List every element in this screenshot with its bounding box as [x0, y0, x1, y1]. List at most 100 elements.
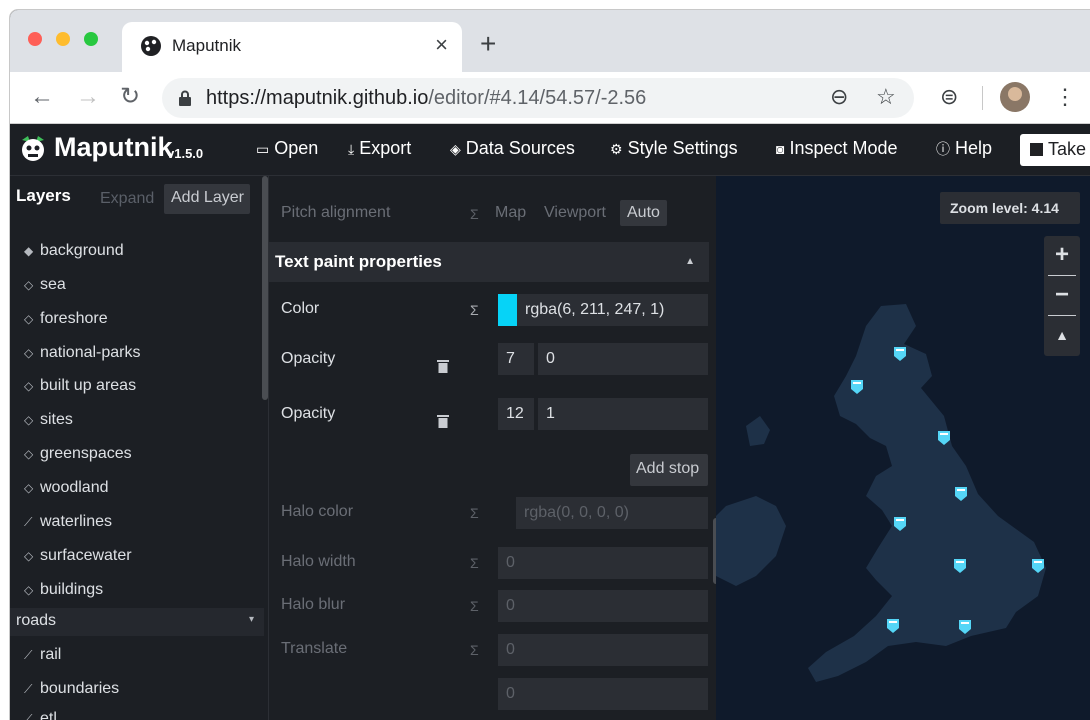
layer-item-sea[interactable]: ◇ sea — [24, 276, 66, 294]
map-view[interactable]: Zoom level: 4.14 + − ▲ — [716, 176, 1090, 720]
fill-layer-icon: ◇ — [24, 379, 34, 393]
back-button[interactable]: ← — [30, 82, 54, 112]
help-button[interactable]: ⓘ Help — [936, 138, 992, 159]
url-path: /editor/#4.14/54.57/-2.56 — [428, 87, 647, 109]
tab-close-icon[interactable]: × — [435, 32, 448, 58]
chevron-up-icon: ▲ — [685, 256, 695, 267]
opacity-stop-zoom-input[interactable]: 7 — [498, 343, 534, 375]
function-sigma-icon[interactable]: Σ — [470, 555, 479, 571]
map-marker-icon[interactable] — [1031, 558, 1045, 574]
help-icon: ⓘ — [936, 141, 950, 157]
layer-item-foreshore[interactable]: ◇ foreshore — [24, 310, 108, 328]
layer-item-rail[interactable]: ⟋ rail — [24, 646, 61, 664]
opacity-stop-value-input[interactable]: 1 — [538, 398, 708, 430]
sync-icon[interactable]: ⊜ — [940, 84, 958, 110]
layer-item-buildings[interactable]: ◇ buildings — [24, 581, 103, 599]
layer-group-roads[interactable]: roads ▾ — [10, 608, 264, 636]
zoom-in-button[interactable]: + — [1044, 236, 1080, 274]
line-layer-icon: ⟋ — [24, 712, 33, 720]
layer-label: background — [40, 242, 124, 259]
function-sigma-icon[interactable]: Σ — [470, 642, 479, 658]
translate-y-input[interactable]: 0 — [498, 678, 708, 710]
tab-strip: Maputnik × + — [10, 10, 1090, 72]
app-name: Maputnik — [54, 132, 173, 162]
add-layer-button[interactable]: Add Layer — [164, 184, 250, 214]
map-marker-icon[interactable] — [958, 619, 972, 635]
layer-item-woodland[interactable]: ◇ woodland — [24, 479, 109, 497]
function-sigma-icon[interactable]: Σ — [470, 206, 479, 222]
layer-label: national-parks — [40, 344, 141, 361]
function-sigma-icon[interactable]: Σ — [470, 302, 479, 318]
uk-landmass — [716, 304, 1046, 682]
layer-label: greenspaces — [40, 445, 132, 462]
map-marker-icon[interactable] — [937, 430, 951, 446]
chevron-down-icon: ▾ — [248, 614, 254, 625]
data-sources-button[interactable]: ◈ Data Sources — [450, 138, 575, 159]
url-text[interactable]: https://maputnik.github.io/editor/#4.14/… — [206, 87, 646, 110]
color-input[interactable]: rgba(6, 211, 247, 1) — [517, 294, 708, 326]
add-stop-button[interactable]: Add stop — [630, 454, 708, 486]
layer-item-greenspaces[interactable]: ◇ greenspaces — [24, 445, 132, 463]
layer-label: sites — [40, 411, 73, 428]
forward-button[interactable]: → — [76, 82, 100, 112]
bookmark-star-icon[interactable]: ☆ — [876, 84, 896, 110]
take-tour-button[interactable]: Take — [1020, 134, 1090, 166]
pitch-alignment-auto-option[interactable]: Auto — [620, 200, 667, 226]
trash-icon[interactable] — [437, 414, 449, 428]
minimize-window-button[interactable] — [56, 32, 70, 46]
trash-icon[interactable] — [437, 359, 449, 373]
text-paint-properties-header[interactable]: Text paint properties ▲ — [269, 242, 709, 282]
layer-item-waterlines[interactable]: ⟋ waterlines — [24, 513, 112, 531]
layer-item-surfacewater[interactable]: ◇ surfacewater — [24, 547, 132, 565]
layers-stack-icon: ◈ — [450, 141, 461, 157]
toolbar-separator — [982, 86, 983, 110]
pitch-alignment-map-option[interactable]: Map — [495, 204, 526, 222]
export-button[interactable]: ⤓ Export — [348, 138, 411, 159]
new-tab-button[interactable]: + — [480, 30, 496, 58]
address-bar[interactable]: https://maputnik.github.io/editor/#4.14/… — [162, 78, 914, 118]
browser-menu-icon[interactable]: ⋮ — [1054, 84, 1076, 110]
map-marker-icon[interactable] — [893, 346, 907, 362]
tab-title: Maputnik — [172, 36, 241, 55]
color-label: Color — [281, 300, 320, 317]
opacity-stop-label: Opacity — [281, 405, 336, 422]
url-host: https://maputnik.github.io — [206, 87, 429, 109]
layer-item-background[interactable]: ◆ background — [24, 242, 124, 260]
halo-color-input[interactable]: rgba(0, 0, 0, 0) — [516, 497, 708, 529]
style-settings-button[interactable]: ⚙ Style Settings — [610, 138, 738, 159]
function-sigma-icon[interactable]: Σ — [470, 598, 479, 614]
translate-x-input[interactable]: 0 — [498, 634, 708, 666]
reload-button[interactable]: ↻ — [120, 82, 140, 112]
map-marker-icon[interactable] — [886, 618, 900, 634]
layer-item-sites[interactable]: ◇ sites — [24, 411, 73, 429]
map-marker-icon[interactable] — [850, 379, 864, 395]
page-zoom-icon[interactable]: ⊖ — [830, 84, 848, 110]
layer-item-built-up-areas[interactable]: ◇ built up areas — [24, 377, 136, 395]
pitch-alignment-viewport-option[interactable]: Viewport — [544, 204, 606, 222]
opacity-stop-zoom-input[interactable]: 12 — [498, 398, 534, 430]
expand-button[interactable]: Expand — [100, 190, 154, 208]
export-label: Export — [359, 138, 412, 158]
line-layer-icon: ⟋ — [24, 648, 33, 662]
map-marker-icon[interactable] — [953, 558, 967, 574]
browser-window: Maputnik × + ← → ↻ https://maputnik.gith… — [10, 10, 1090, 720]
layer-item-national-parks[interactable]: ◇ national-parks — [24, 344, 141, 362]
compass-button[interactable]: ▲ — [1044, 316, 1080, 354]
zoom-level-badge: Zoom level: 4.14 — [940, 192, 1080, 224]
halo-blur-input[interactable]: 0 — [498, 590, 708, 622]
profile-avatar[interactable] — [1000, 82, 1030, 112]
function-sigma-icon[interactable]: Σ — [470, 505, 479, 521]
map-marker-icon[interactable] — [954, 486, 968, 502]
maximize-window-button[interactable] — [84, 32, 98, 46]
opacity-stop-value-input[interactable]: 0 — [538, 343, 708, 375]
close-window-button[interactable] — [28, 32, 42, 46]
layer-item-boundaries[interactable]: ⟋ boundaries — [24, 680, 119, 698]
color-swatch[interactable] — [498, 294, 517, 326]
map-marker-icon[interactable] — [893, 516, 907, 532]
zoom-out-button[interactable]: − — [1044, 276, 1080, 314]
browser-tab[interactable]: Maputnik × — [122, 22, 462, 72]
inspect-mode-button[interactable]: ◙ Inspect Mode — [776, 138, 898, 159]
halo-width-input[interactable]: 0 — [498, 547, 708, 579]
open-button[interactable]: ▭ Open — [256, 138, 318, 159]
layer-item-etl[interactable]: ⟋ etl — [24, 710, 57, 720]
